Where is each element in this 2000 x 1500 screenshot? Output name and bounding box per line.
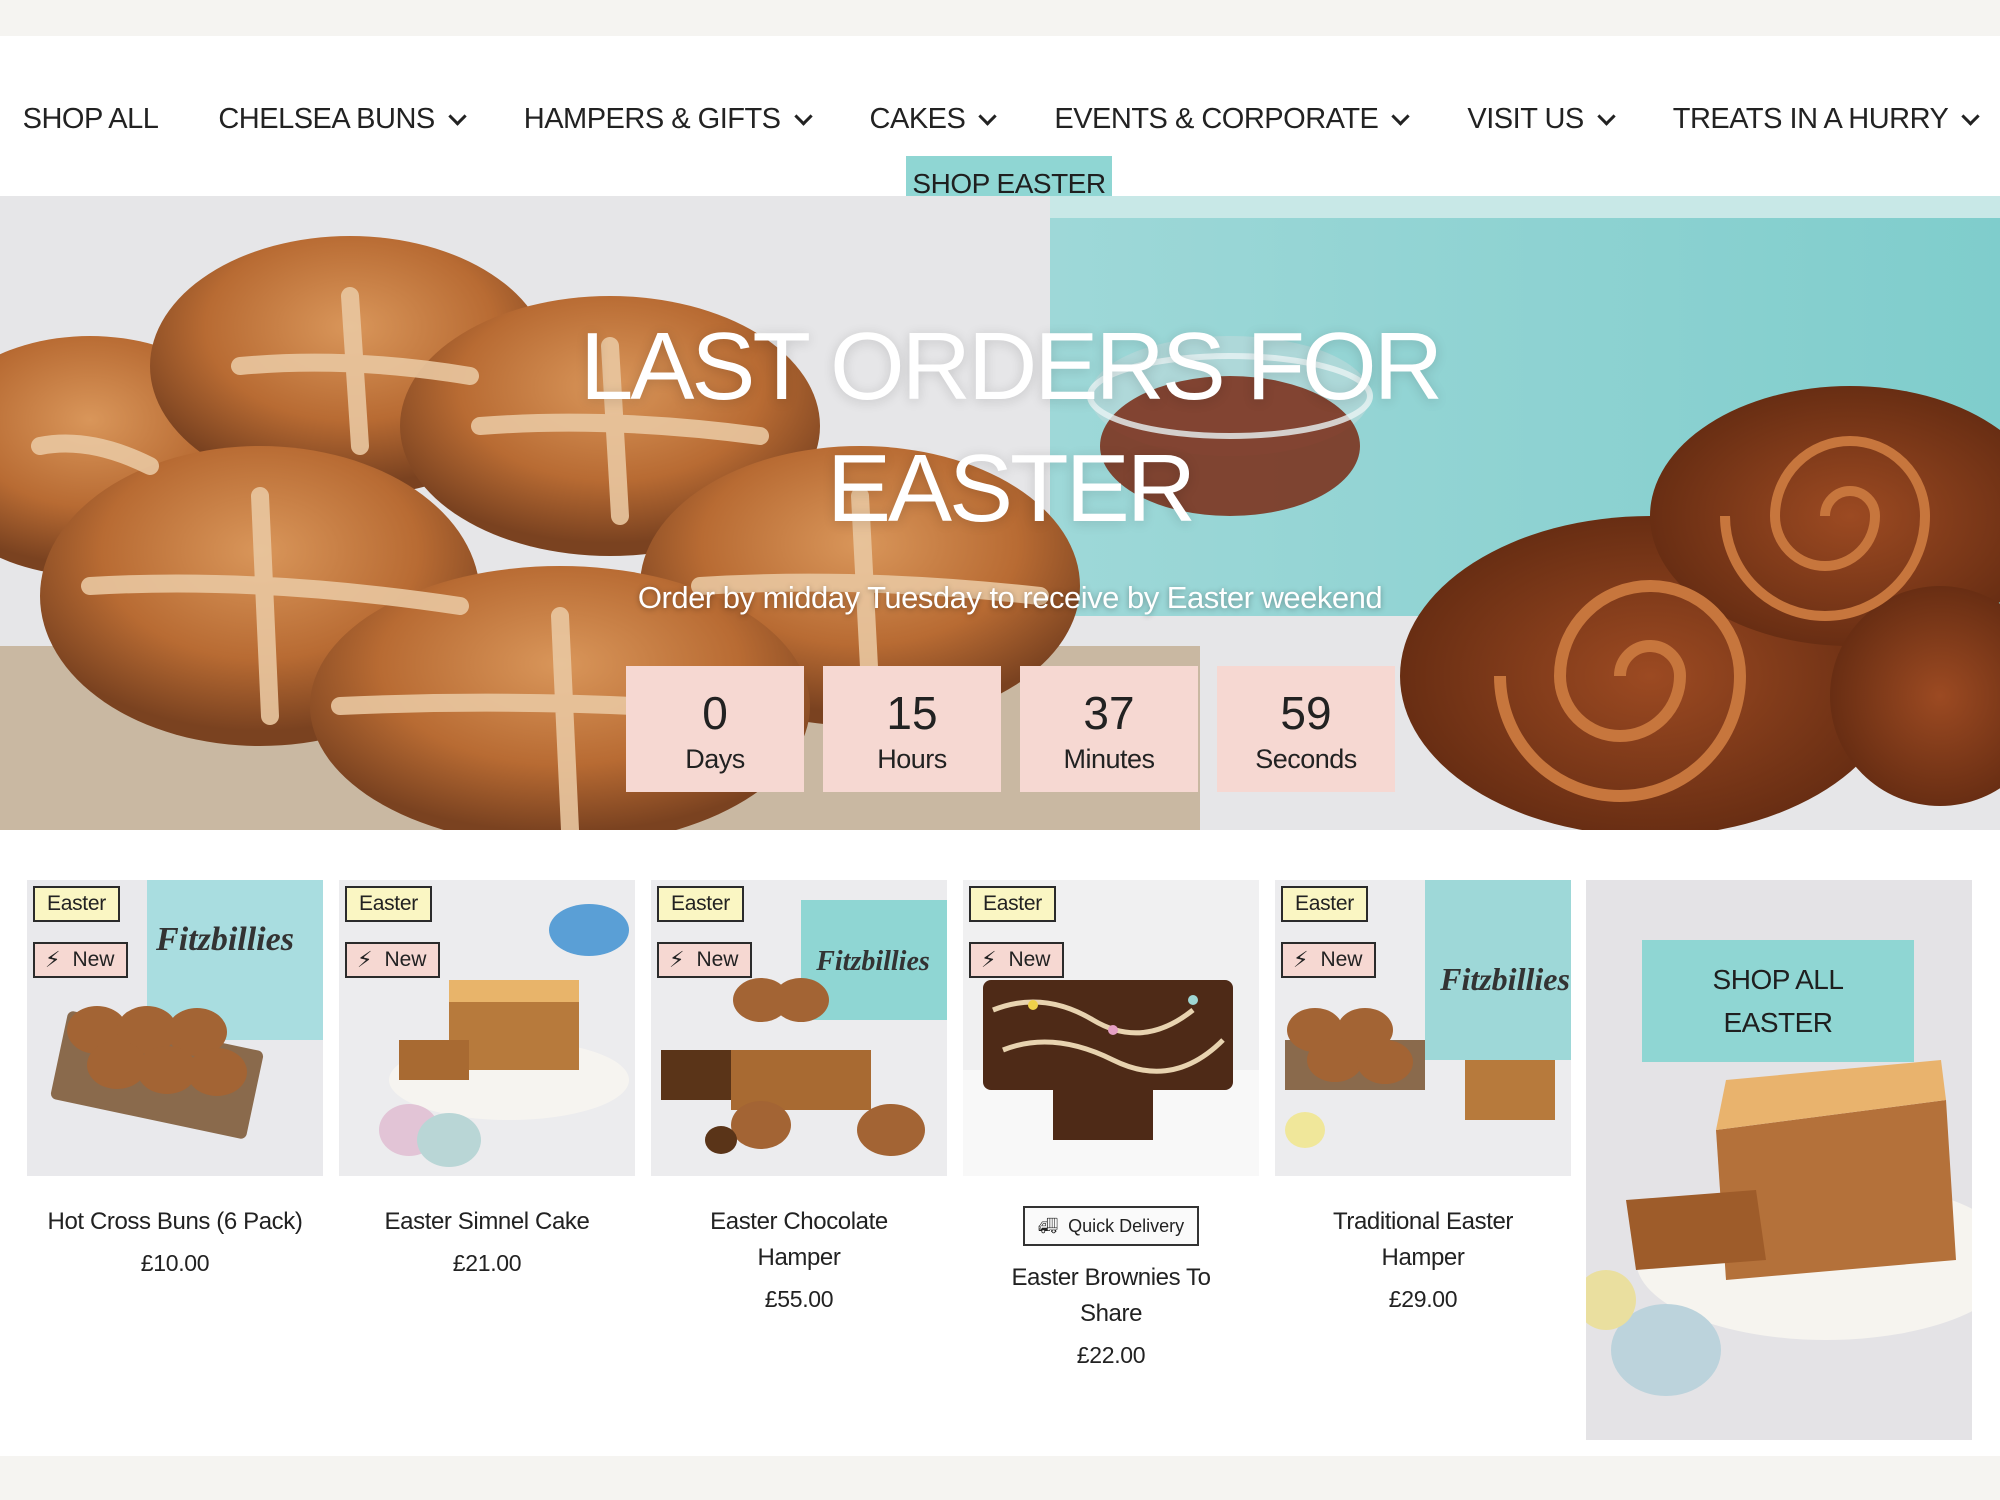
tag-new: ⚡︎ New — [657, 942, 753, 978]
brand-box-label: Fitzbillies — [815, 946, 930, 977]
product-name[interactable]: Hot Cross Buns (6 Pack) — [27, 1204, 323, 1240]
chevron-down-icon — [978, 106, 998, 126]
nav-item-visit-us[interactable]: VISIT US — [1437, 103, 1642, 136]
product-card[interactable]: Easter ⚡︎ New Easter Simnel Cake £21.00 — [339, 880, 635, 1277]
tag-new-label: New — [696, 948, 739, 971]
nav-item-cakes[interactable]: CAKES — [840, 103, 1025, 136]
nav-item-label: SHOP ALL — [22, 102, 159, 135]
countdown-value: 15 — [886, 686, 938, 739]
tag-new: ⚡︎ New — [1281, 942, 1377, 978]
lightning-icon: ⚡︎ — [357, 947, 373, 972]
chevron-down-icon — [448, 106, 467, 126]
tag-new-label: New — [384, 948, 427, 971]
product-name[interactable]: Traditional Easter Hamper — [1275, 1204, 1571, 1276]
countdown-unit: Hours — [877, 743, 947, 774]
countdown-days: 0 Days — [626, 666, 804, 792]
nav-item-events-corporate[interactable]: EVENTS & CORPORATE — [1024, 103, 1437, 136]
countdown-unit: Minutes — [1063, 743, 1155, 774]
tag-new: ⚡︎ New — [345, 942, 441, 978]
product-card[interactable]: Easter ⚡︎ New 🚚︎ Quick Delivery Easter Bro… — [963, 880, 1259, 1369]
chevron-down-icon — [1961, 106, 1981, 126]
product-grid: Fitzbillies Easter ⚡︎ New Hot Cross Buns … — [0, 830, 2000, 1456]
quick-delivery-badge: 🚚︎ Quick Delivery — [1023, 1206, 1199, 1246]
chevron-down-icon — [1597, 106, 1616, 126]
product-name[interactable]: Easter Chocolate Hamper — [651, 1204, 947, 1276]
tag-easter: Easter — [969, 886, 1056, 922]
chevron-down-icon — [793, 106, 813, 126]
lightning-icon: ⚡︎ — [669, 947, 685, 972]
product-price: £29.00 — [1388, 1286, 1458, 1312]
tag-new: ⚡︎ New — [33, 942, 129, 978]
shop-all-easter-button[interactable]: SHOP ALL EASTER — [1642, 940, 1914, 1062]
countdown-value: 37 — [1083, 686, 1135, 739]
nav-item-label: VISIT US — [1467, 102, 1584, 135]
nav-item-chelsea-buns[interactable]: CHELSEA BUNS — [188, 103, 493, 136]
tag-new-label: New — [1320, 948, 1363, 971]
countdown-value: 0 — [702, 686, 728, 739]
hero-banner: LAST ORDERS FOR EASTER Order by midday T… — [0, 196, 2000, 830]
nav-item-label: CHELSEA BUNS — [218, 102, 435, 135]
shop-all-easter-promo[interactable]: SHOP ALL EASTER — [1586, 880, 1972, 1440]
lightning-icon: ⚡︎ — [981, 947, 997, 972]
quick-delivery-label: Quick Delivery — [1068, 1215, 1185, 1236]
product-image[interactable]: Easter ⚡︎ New — [339, 880, 635, 1176]
top-strip — [0, 0, 2000, 36]
product-card[interactable]: Fitzbillies Easter ⚡︎ New Hot Cross Buns … — [27, 880, 323, 1277]
nav-item-label: CAKES — [869, 102, 966, 135]
main-navigation-bar: SHOP ALL CHELSEA BUNS HAMPERS & GIFTS CA… — [0, 36, 2000, 212]
nav-item-label: EVENTS & CORPORATE — [1054, 102, 1379, 135]
countdown-value: 59 — [1280, 686, 1332, 739]
product-price: £55.00 — [764, 1286, 834, 1312]
truck-icon: 🚚︎ — [1037, 1218, 1059, 1235]
countdown-minutes: 37 Minutes — [1020, 666, 1198, 792]
product-card[interactable]: Fitzbillies Easter ⚡︎ New Easter Chocolat… — [651, 880, 947, 1313]
countdown-timer: 0 Days 15 Hours 37 Minutes 59 Seconds — [626, 666, 1395, 792]
nav-item-label: HAMPERS & GIFTS — [523, 102, 781, 135]
nav-item-treats-in-a-hurry[interactable]: TREATS IN A HURRY — [1643, 103, 2000, 136]
bottom-strip — [0, 1456, 2000, 1500]
brand-box-label: Fitzbillies — [155, 921, 294, 958]
product-price: £22.00 — [1076, 1342, 1146, 1368]
tag-easter: Easter — [657, 886, 744, 922]
tag-new-label: New — [72, 948, 115, 971]
lightning-icon: ⚡︎ — [1293, 947, 1309, 972]
lightning-icon: ⚡︎ — [45, 947, 61, 972]
tag-new-label: New — [1008, 948, 1051, 971]
product-card[interactable]: Fitzbillies Easter ⚡︎ New Traditional Eas… — [1275, 880, 1571, 1313]
nav-item-shop-all[interactable]: SHOP ALL — [0, 103, 188, 136]
hero-title: LAST ORDERS FOR EASTER — [579, 313, 1443, 542]
hero-subtitle: Order by midday Tuesday to receive by Ea… — [637, 580, 1383, 615]
product-image[interactable]: Easter ⚡︎ New — [963, 880, 1259, 1176]
brand-box-label: Fitzbillies — [1439, 961, 1570, 997]
nav-item-label: TREATS IN A HURRY — [1672, 102, 1949, 135]
product-image[interactable]: Fitzbillies Easter ⚡︎ New — [27, 880, 323, 1176]
product-name[interactable]: Easter Brownies To Share — [963, 1260, 1259, 1332]
countdown-hours: 15 Hours — [823, 666, 1001, 792]
nav-item-hampers-gifts[interactable]: HAMPERS & GIFTS — [494, 103, 840, 136]
main-nav: SHOP ALL CHELSEA BUNS HAMPERS & GIFTS CA… — [0, 94, 2000, 144]
tag-easter: Easter — [345, 886, 432, 922]
tag-new: ⚡︎ New — [969, 942, 1065, 978]
product-image[interactable]: Fitzbillies Easter ⚡︎ New — [651, 880, 947, 1176]
countdown-seconds: 59 Seconds — [1217, 666, 1395, 792]
countdown-unit: Days — [685, 743, 745, 774]
tag-easter: Easter — [33, 886, 120, 922]
product-price: £21.00 — [452, 1250, 522, 1276]
countdown-unit: Seconds — [1255, 743, 1357, 774]
product-image[interactable]: Fitzbillies Easter ⚡︎ New — [1275, 880, 1571, 1176]
product-name[interactable]: Easter Simnel Cake — [339, 1204, 635, 1240]
product-price: £10.00 — [140, 1250, 210, 1276]
chevron-down-icon — [1391, 106, 1411, 126]
tag-easter: Easter — [1281, 886, 1368, 922]
